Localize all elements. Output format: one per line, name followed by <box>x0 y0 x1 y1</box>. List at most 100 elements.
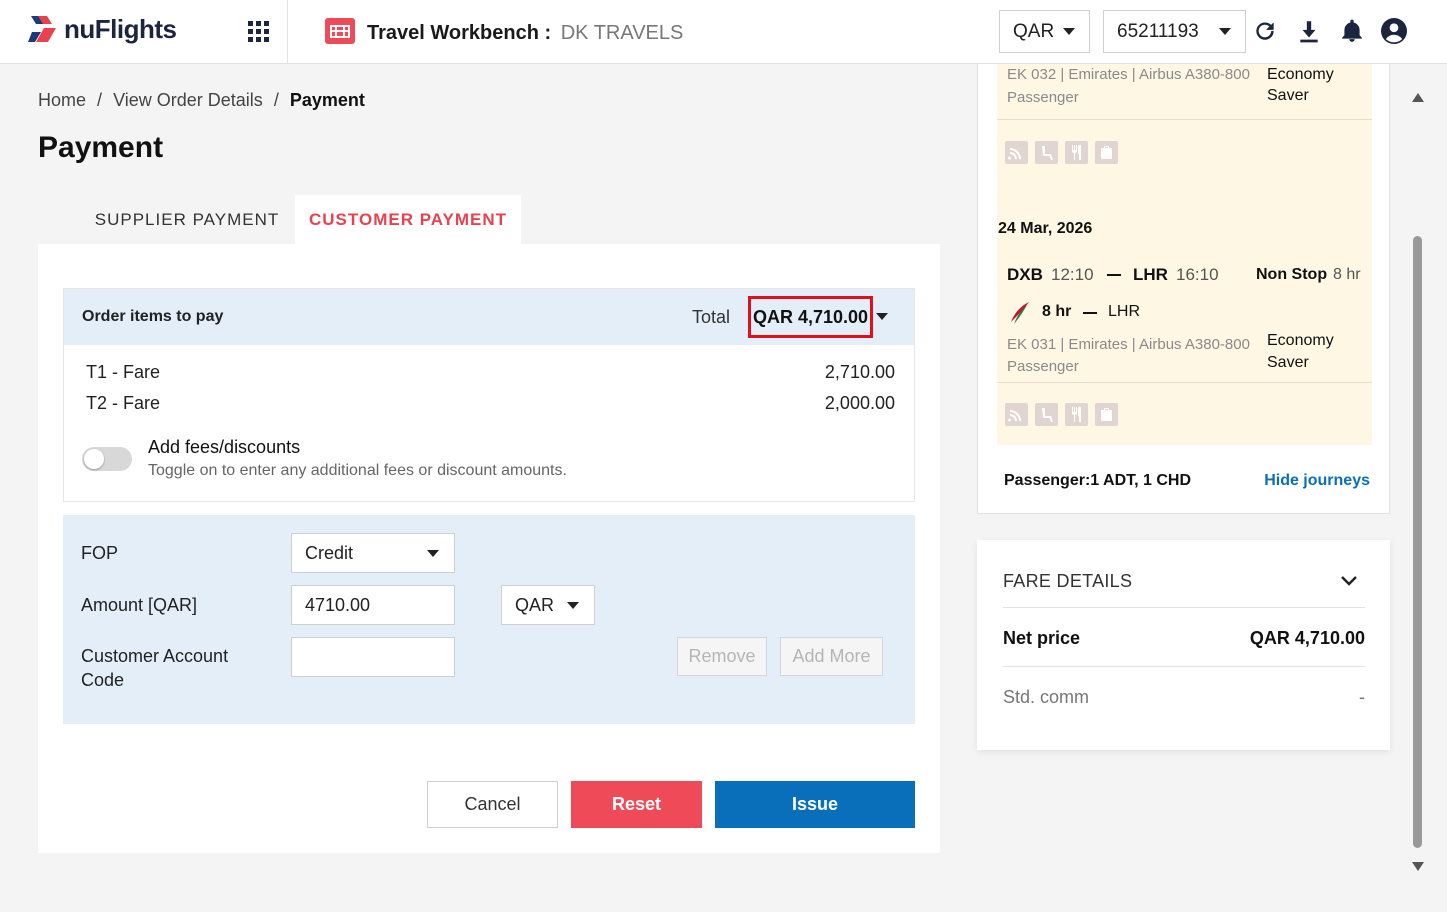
user-account-icon[interactable] <box>1381 18 1407 44</box>
leg-dash <box>1083 312 1097 314</box>
passenger-type: Passenger <box>1007 89 1079 106</box>
workbench-title-separator: : <box>544 22 552 44</box>
baggage-icon <box>1095 141 1118 164</box>
origin-airport: DXB <box>1007 265 1043 284</box>
amount-input[interactable]: 4710.00 <box>291 585 455 625</box>
breadcrumb-payment: Payment <box>289 90 365 110</box>
header-divider <box>287 0 288 64</box>
refresh-icon[interactable] <box>1252 18 1278 44</box>
cabin-class: Economy <box>1267 66 1334 83</box>
order-item-label: T1 - Fare <box>86 362 161 382</box>
remove-button[interactable]: Remove <box>677 637 767 676</box>
nuflights-logo[interactable]: nuFlights <box>28 12 177 46</box>
meal-icon <box>1065 403 1088 426</box>
fees-discounts-title: Add fees/discounts <box>148 437 301 457</box>
seat-icon <box>1035 141 1058 164</box>
fare-brand: Saver <box>1267 354 1309 371</box>
order-items-header: Order items to pay Total QAR 4,710.00 <box>64 289 914 345</box>
net-price-value: QAR 4,710.00 <box>1249 628 1365 648</box>
currency-select[interactable]: QAR <box>999 10 1090 53</box>
fees-discounts-subtitle: Toggle on to enter any additional fees o… <box>148 462 567 479</box>
page-title: Payment <box>38 131 164 164</box>
total-label: Total <box>692 307 731 327</box>
account-select[interactable]: 65211193 <box>1103 10 1246 53</box>
add-more-button[interactable]: Add More <box>780 637 883 676</box>
breadcrumb-separator: / <box>97 90 103 110</box>
amount-currency-value: QAR <box>515 594 555 615</box>
journey-card: EK 032 | Emirates | Airbus A380-800 Pass… <box>977 64 1390 514</box>
destination-airport: LHR <box>1133 265 1168 284</box>
fop-select[interactable]: Credit <box>291 533 455 573</box>
download-icon[interactable] <box>1296 18 1322 44</box>
breadcrumb-separator: / <box>273 90 279 110</box>
breadcrumb: Home / View Order Details / Payment <box>38 90 371 111</box>
chevron-down-icon <box>427 550 439 557</box>
top-header: nuFlights Travel Workbench : DK TRAVELS … <box>0 0 1447 64</box>
order-item-amount: 2,710.00 <box>824 362 895 382</box>
workbench-title: Travel Workbench : DK TRAVELS <box>367 22 683 45</box>
journey-duration: 8 hr <box>1333 266 1361 283</box>
logo-text: nuFlights <box>64 13 177 44</box>
order-item-label: T2 - Fare <box>86 393 161 413</box>
amount-currency-select[interactable]: QAR <box>501 585 595 625</box>
breadcrumb-home[interactable]: Home <box>38 90 86 110</box>
amount-label: Amount [QAR] <box>81 595 198 615</box>
seat-icon <box>1035 403 1058 426</box>
departure-time: 12:10 <box>1051 265 1094 284</box>
chevron-down-icon[interactable] <box>1339 570 1359 590</box>
chevron-down-icon <box>1219 28 1231 35</box>
form-of-payment-section: FOP Credit Amount [QAR] 4710.00 QAR Cust… <box>63 515 915 724</box>
fare-brand: Saver <box>1267 87 1309 104</box>
travel-workbench-icon <box>325 18 355 44</box>
passenger-summary: Passenger:1 ADT, 1 CHD <box>1004 472 1192 489</box>
fop-label: FOP <box>81 543 119 563</box>
flight-segment: DXB 12:10 LHR 16:10 Non Stop 8 hr 8 hr L… <box>997 251 1372 445</box>
fare-details-title: FARE DETAILS <box>1003 571 1133 591</box>
fare-details-card: FARE DETAILS Net price QAR 4,710.00 Std.… <box>977 540 1390 750</box>
wifi-icon <box>1005 403 1028 426</box>
chevron-down-icon <box>567 602 579 609</box>
reset-button[interactable]: Reset <box>571 781 702 828</box>
customer-account-code-input[interactable] <box>291 637 455 677</box>
stops-label: Non Stop <box>1256 266 1328 283</box>
apps-grid-icon[interactable] <box>248 21 270 43</box>
order-items-label: Order items to pay <box>82 308 224 325</box>
order-item-amount: 2,000.00 <box>824 393 895 413</box>
leg-duration: 8 hr <box>1042 303 1072 320</box>
std-comm-value: - <box>1359 687 1365 707</box>
scroll-up-arrow-icon[interactable] <box>1412 93 1424 102</box>
issue-button[interactable]: Issue <box>715 781 915 828</box>
expand-total-icon[interactable] <box>876 313 888 320</box>
fare-details-divider <box>1003 607 1365 608</box>
bell-icon[interactable] <box>1339 18 1365 44</box>
net-price-label: Net price <box>1003 628 1081 648</box>
toggle-knob <box>84 449 104 469</box>
meal-icon <box>1065 141 1088 164</box>
nuflights-logo-icon <box>28 16 56 42</box>
hide-journeys-link[interactable]: Hide journeys <box>1264 472 1370 490</box>
total-value: QAR 4,710.00 <box>748 296 873 338</box>
std-comm-label: Std. comm <box>1003 687 1090 707</box>
cancel-button[interactable]: Cancel <box>427 781 558 828</box>
account-select-value: 65211193 <box>1117 20 1199 42</box>
scroll-down-arrow-icon[interactable] <box>1412 862 1424 871</box>
agency-name: DK TRAVELS <box>560 22 684 44</box>
flight-info: EK 031 | Emirates | Airbus A380-800 <box>1007 336 1250 353</box>
journey-date: 24 Mar, 2026 <box>998 220 1093 237</box>
scrollbar-thumb[interactable] <box>1413 236 1422 848</box>
flight-info: EK 032 | Emirates | Airbus A380-800 <box>1007 66 1250 83</box>
tab-customer-payment[interactable]: CUSTOMER PAYMENT <box>295 195 521 244</box>
passenger-type: Passenger <box>1007 358 1079 375</box>
tab-supplier-payment[interactable]: SUPPLIER PAYMENT <box>80 195 294 244</box>
currency-select-value: QAR <box>1013 20 1055 42</box>
right-panel-scrollbar[interactable] <box>1410 88 1426 874</box>
fop-select-value: Credit <box>305 542 354 563</box>
leg-destination: LHR <box>1108 303 1141 320</box>
cabin-class: Economy <box>1267 332 1334 349</box>
chevron-down-icon <box>1063 28 1075 35</box>
fare-details-divider <box>1003 666 1365 667</box>
route-dash <box>1107 274 1121 276</box>
breadcrumb-view-order-details[interactable]: View Order Details <box>113 90 263 110</box>
customer-account-code-label: Customer Account Code <box>81 646 229 690</box>
fees-discounts-toggle[interactable] <box>82 447 132 471</box>
